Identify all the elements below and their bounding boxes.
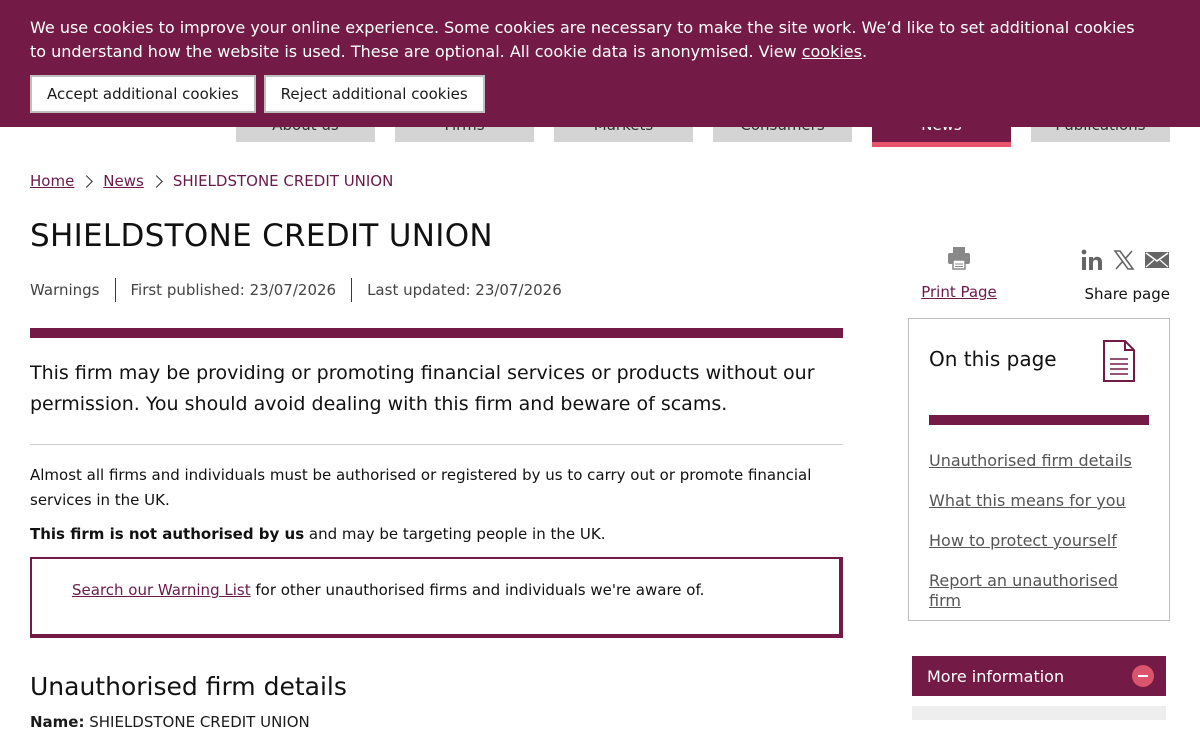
- cookie-banner: We use cookies to improve your online ex…: [0, 0, 1200, 127]
- cookie-message: We use cookies to improve your online ex…: [30, 16, 1150, 64]
- more-information-toggle[interactable]: More information: [912, 656, 1166, 696]
- page-tools: Print Page Share page: [920, 245, 1170, 305]
- last-updated: Last updated: 23/07/2026: [351, 278, 577, 302]
- on-this-page-links: Unauthorised firm details What this mean…: [929, 451, 1149, 611]
- on-page-link-firm-details[interactable]: Unauthorised firm details: [929, 451, 1132, 470]
- warning-list-link[interactable]: Search our Warning List: [72, 581, 251, 599]
- share-page-label: Share page: [1084, 285, 1170, 303]
- printer-icon: [948, 247, 970, 270]
- not-authorised-paragraph: This firm is not authorised by us and ma…: [30, 522, 843, 547]
- divider: [929, 415, 1149, 425]
- list-item: How to protect yourself: [929, 531, 1149, 551]
- list-item: Report an unauthorised firm: [929, 571, 1149, 611]
- page-title: SHIELDSTONE CREDIT UNION: [30, 218, 493, 254]
- cookie-message-end: .: [861, 42, 868, 61]
- share-icons: [1070, 245, 1170, 275]
- chevron-right-icon: [80, 174, 94, 188]
- not-authorised-bold: This firm is not authorised by us: [30, 525, 305, 543]
- callout-text: for other unauthorised firms and individ…: [250, 581, 705, 599]
- on-page-link-protect-yourself[interactable]: How to protect yourself: [929, 531, 1117, 550]
- breadcrumb-current: SHIELDSTONE CREDIT UNION: [172, 172, 394, 190]
- on-this-page-header: On this page: [929, 339, 1149, 395]
- name-label: Name:: [30, 713, 85, 731]
- breadcrumb-news[interactable]: News: [103, 172, 144, 190]
- main-content: SHIELDSTONE CREDIT UNION Warnings First …: [30, 218, 843, 731]
- not-authorised-rest: and may be targeting people in the UK.: [304, 525, 606, 543]
- reject-cookies-button[interactable]: Reject additional cookies: [263, 75, 485, 113]
- print-page-label[interactable]: Print Page: [920, 283, 998, 301]
- accept-cookies-button[interactable]: Accept additional cookies: [30, 75, 256, 113]
- first-published: First published: 23/07/2026: [114, 278, 352, 302]
- list-item: What this means for you: [929, 491, 1149, 511]
- on-this-page-panel: On this page Unauthorised firm details W…: [908, 318, 1170, 621]
- more-information-panel: [912, 706, 1166, 720]
- x-icon[interactable]: [1112, 248, 1136, 272]
- linkedin-icon[interactable]: [1080, 248, 1104, 272]
- breadcrumb-home[interactable]: Home: [30, 172, 74, 190]
- divider: [30, 328, 843, 338]
- minus-icon[interactable]: [1132, 665, 1154, 687]
- cookie-buttons: Accept additional cookies Reject additio…: [30, 75, 1170, 113]
- share-page: Share page: [1070, 245, 1170, 303]
- breadcrumb: Home News SHIELDSTONE CREDIT UNION: [30, 172, 393, 190]
- more-information-label: More information: [927, 666, 1065, 686]
- email-icon[interactable]: [1144, 250, 1170, 270]
- authorisation-paragraph: Almost all firms and individuals must be…: [30, 466, 812, 509]
- category-label: Warnings: [30, 281, 100, 299]
- divider: [30, 444, 843, 445]
- firm-details-heading: Unauthorised firm details: [30, 672, 347, 701]
- print-page-button[interactable]: Print Page: [920, 245, 998, 301]
- on-page-link-what-this-means[interactable]: What this means for you: [929, 491, 1126, 510]
- list-item: Unauthorised firm details: [929, 451, 1149, 471]
- cookie-message-text: We use cookies to improve your online ex…: [30, 18, 1135, 61]
- on-this-page-title: On this page: [929, 347, 1057, 371]
- warning-list-callout: Search our Warning List for other unauth…: [30, 557, 843, 638]
- firm-name-line: Name: SHIELDSTONE CREDIT UNION: [30, 713, 843, 731]
- name-value: SHIELDSTONE CREDIT UNION: [84, 713, 310, 731]
- chevron-right-icon: [149, 174, 163, 188]
- page-meta: Warnings First published: 23/07/2026 Las…: [30, 278, 843, 302]
- document-icon: [1103, 340, 1135, 382]
- warning-lead: This firm may be providing or promoting …: [30, 362, 815, 415]
- on-page-link-report-firm[interactable]: Report an unauthorised firm: [929, 571, 1118, 610]
- cookies-link[interactable]: cookies: [802, 42, 862, 61]
